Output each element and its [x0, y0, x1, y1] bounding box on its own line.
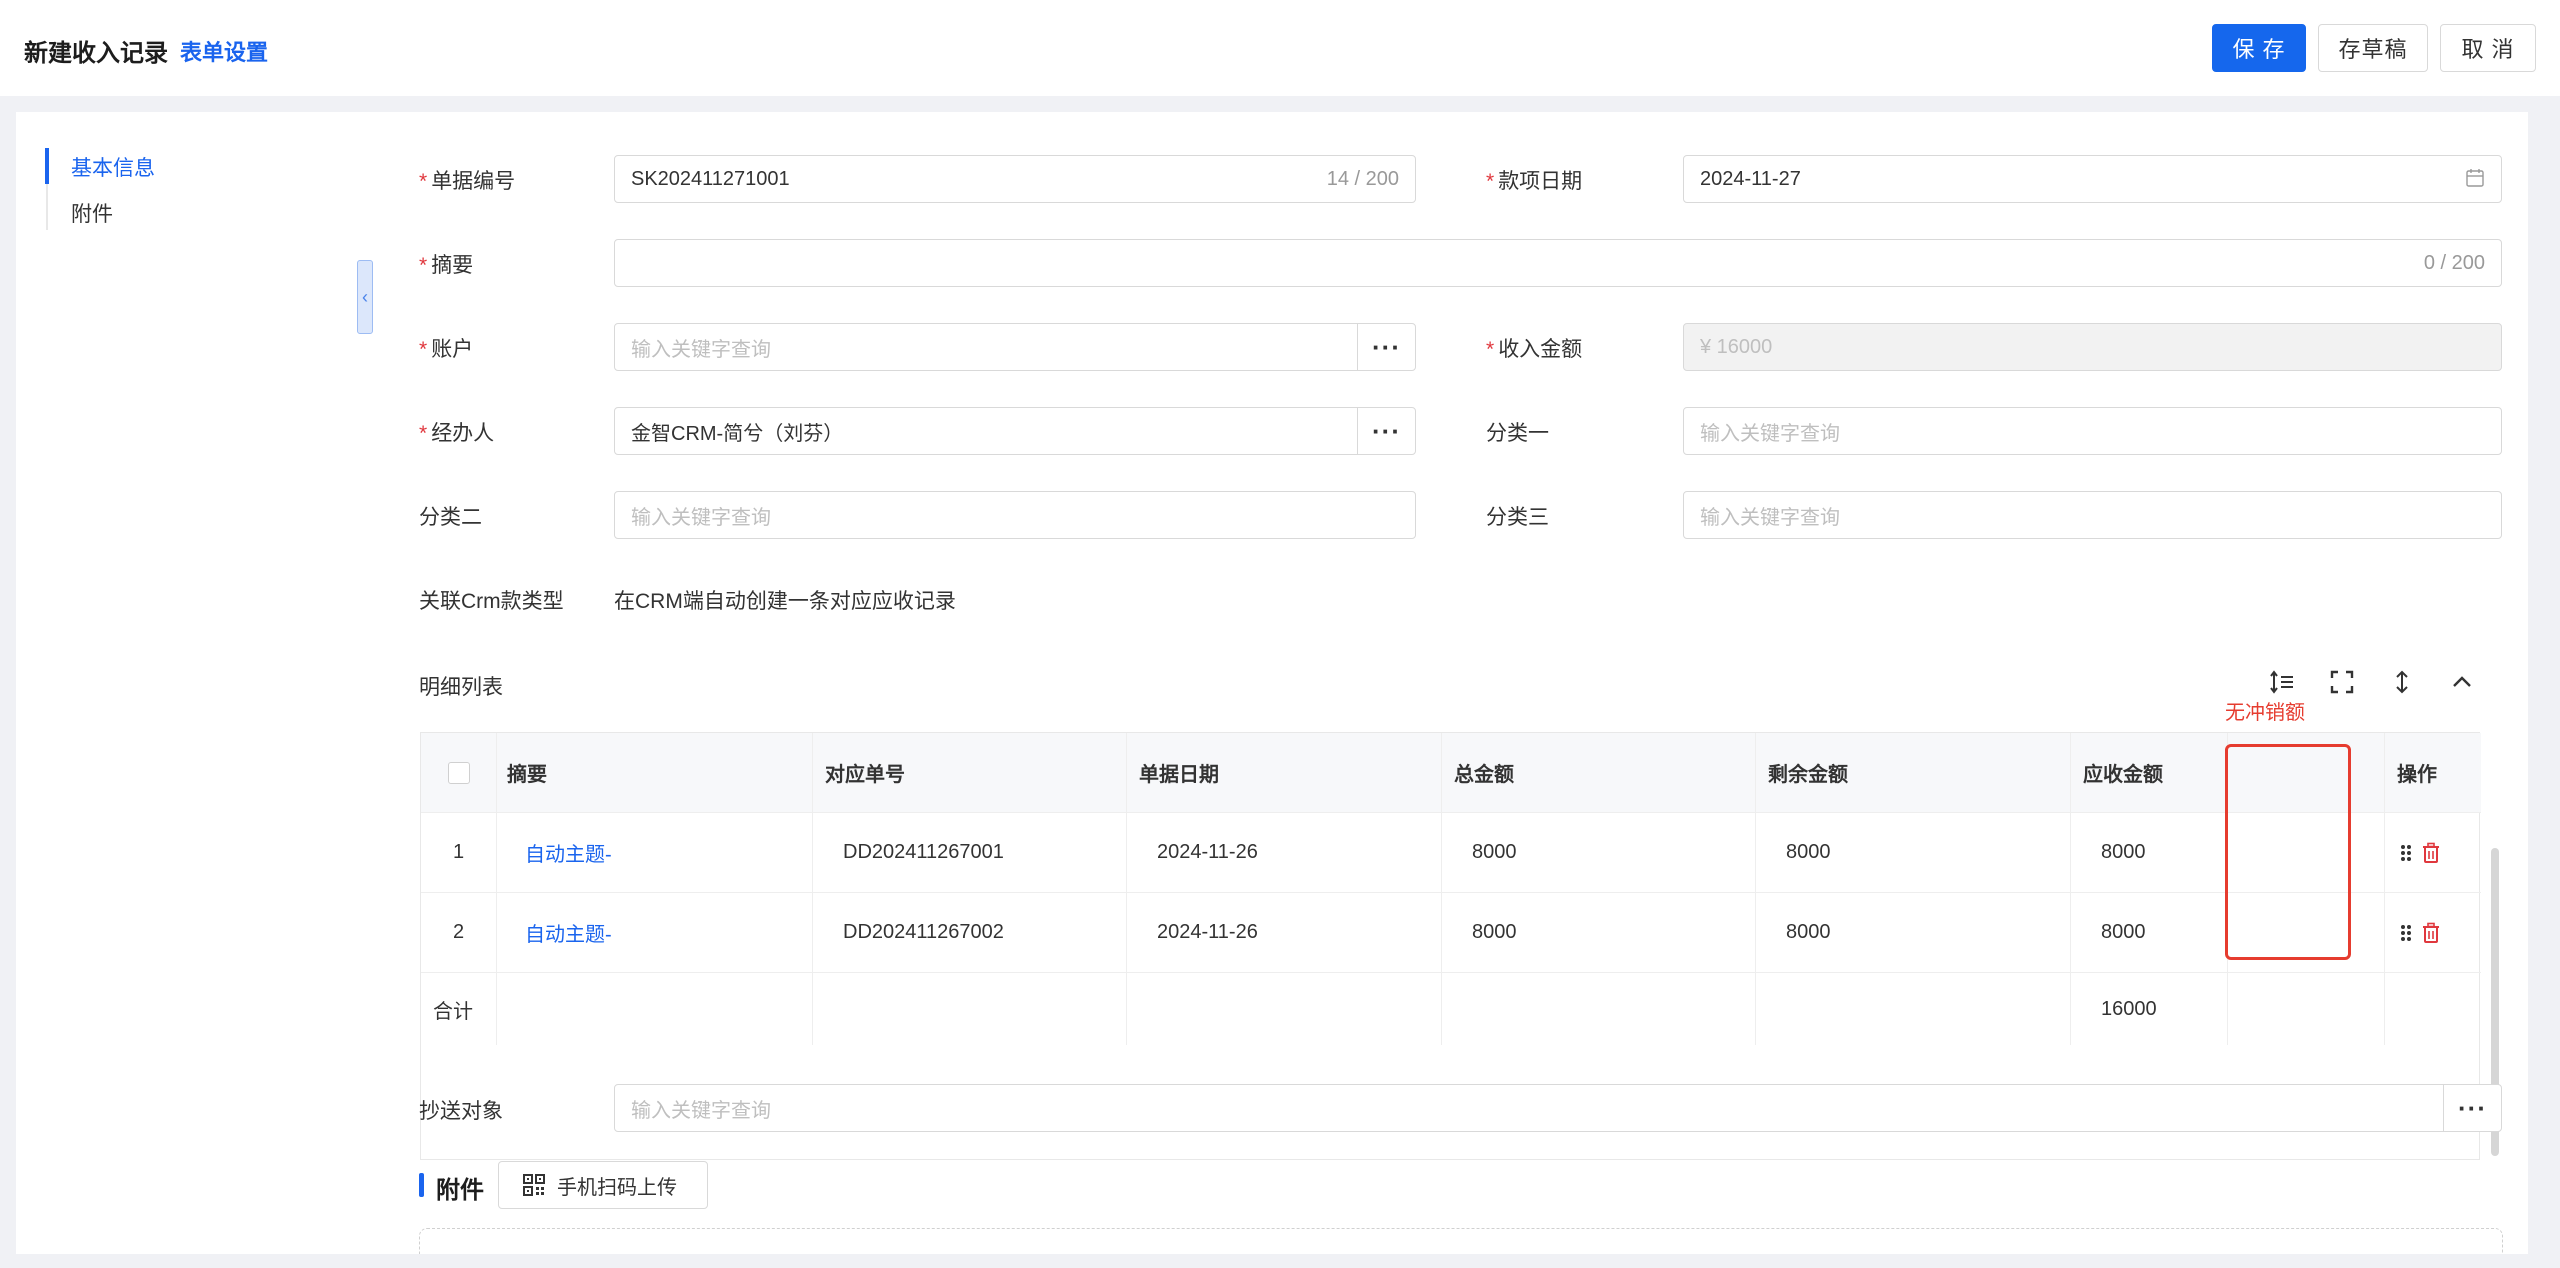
cancel-button[interactable]: 取 消 — [2440, 24, 2536, 72]
account-more-button[interactable]: ··· — [1357, 324, 1415, 370]
row-total: 8000 — [1442, 813, 1756, 892]
handler-input[interactable]: 金智CRM-简兮（刘芬） ··· — [614, 407, 1416, 455]
chevron-left-icon: ‹ — [362, 286, 368, 307]
income-amount-input: ¥ 16000 — [1683, 323, 2502, 371]
delete-icon[interactable] — [2421, 922, 2441, 944]
detail-list-title: 明细列表 — [419, 676, 503, 699]
table-header-row: 摘要 对应单号 单据日期 总金额 剩余金额 应收金额 操作 — [421, 733, 2481, 813]
table-row: 2 自动主题- DD202411267002 2024-11-26 8000 8… — [421, 893, 2481, 973]
account-input[interactable]: 输入关键字查询 ··· — [614, 323, 1416, 371]
col-actions: 操作 — [2385, 733, 2481, 812]
upload-dropzone[interactable] — [419, 1228, 2503, 1254]
payment-date-picker[interactable]: 2024-11-27 — [1683, 155, 2502, 203]
cc-more-button[interactable]: ··· — [2443, 1085, 2501, 1131]
handler-more-button[interactable]: ··· — [1357, 408, 1415, 454]
income-amount-label: * 收入金额 — [1486, 338, 1583, 361]
drag-handle-icon[interactable] — [2399, 923, 2413, 943]
doc-no-input[interactable]: SK202411271001 14 / 200 — [614, 155, 1416, 203]
summary-counter: 0 / 200 — [2423, 252, 2485, 274]
qr-code-icon — [523, 1174, 545, 1196]
col-remaining: 剩余金额 — [1756, 733, 2071, 812]
annotation-highlight-box — [2225, 744, 2351, 960]
fullscreen-icon[interactable] — [2328, 668, 2356, 696]
save-draft-button[interactable]: 存草稿 — [2318, 24, 2428, 72]
category2-label: 分类二 — [419, 506, 482, 529]
row-height-icon[interactable] — [2268, 668, 2296, 696]
category3-input[interactable]: 输入关键字查询 — [1683, 491, 2502, 539]
row-remaining: 8000 — [1756, 893, 2071, 972]
nav-item-basic-info[interactable]: 基本信息 — [71, 152, 155, 182]
vertical-expand-icon[interactable] — [2388, 668, 2416, 696]
row-receivable: 8000 — [2071, 813, 2228, 892]
row-summary-link[interactable]: 自动主题- — [497, 893, 813, 972]
handler-label: * 经办人 — [419, 422, 495, 445]
table-row: 1 自动主题- DD202411267001 2024-11-26 8000 8… — [421, 813, 2481, 893]
calendar-icon — [2466, 169, 2484, 187]
crm-type-label: 关联Crm款类型 — [419, 590, 564, 613]
row-index: 1 — [421, 813, 497, 892]
side-nav: 基本信息 附件 — [16, 112, 372, 1254]
col-receivable: 应收金额 — [2071, 733, 2228, 812]
attachment-title: 附件 — [436, 1177, 484, 1204]
crm-type-value: 在CRM端自动创建一条对应应收记录 — [614, 590, 956, 613]
row-actions — [2385, 813, 2481, 892]
col-order-no: 对应单号 — [813, 733, 1127, 812]
col-total: 总金额 — [1442, 733, 1756, 812]
no-writeoff-annotation: 无冲销额 — [2225, 702, 2305, 724]
total-receivable: 16000 — [2071, 973, 2228, 1045]
nav-active-indicator — [45, 148, 49, 184]
form-settings-link[interactable]: 表单设置 — [180, 35, 268, 67]
page-title: 新建收入记录 — [24, 40, 168, 67]
form-panel: 基本信息 附件 ‹ * 单据编号 SK202411271001 14 / 200 … — [16, 112, 2528, 1254]
cc-label: 抄送对象 — [419, 1100, 503, 1123]
collapse-sidebar-handle[interactable]: ‹ — [357, 260, 373, 334]
page-header: 新建收入记录 表单设置 保 存 存草稿 取 消 — [0, 0, 2560, 96]
cc-input[interactable]: 输入关键字查询 ··· — [614, 1084, 2502, 1132]
row-receivable: 8000 — [2071, 893, 2228, 972]
handler-value: 金智CRM-简兮（刘芬） — [631, 422, 844, 445]
row-remaining: 8000 — [1756, 813, 2071, 892]
row-index: 2 — [421, 893, 497, 972]
row-order-no: DD202411267001 — [813, 813, 1127, 892]
row-date: 2024-11-26 — [1127, 813, 1442, 892]
payment-date-label: * 款项日期 — [1486, 170, 1583, 193]
category1-input[interactable]: 输入关键字查询 — [1683, 407, 2502, 455]
summary-input[interactable]: 0 / 200 — [614, 239, 2502, 287]
table-total-row: 合计 16000 — [421, 973, 2481, 1045]
summary-label: * 摘要 — [419, 254, 474, 277]
scan-upload-button[interactable]: 手机扫码上传 — [498, 1161, 708, 1209]
row-order-no: DD202411267002 — [813, 893, 1127, 972]
row-date: 2024-11-26 — [1127, 893, 1442, 972]
col-date: 单据日期 — [1127, 733, 1442, 812]
account-label: * 账户 — [419, 338, 474, 361]
category1-label: 分类一 — [1486, 422, 1549, 445]
income-amount-value: ¥ 16000 — [1700, 335, 1773, 358]
select-all-checkbox[interactable] — [447, 761, 470, 784]
header-checkbox-cell — [421, 733, 497, 812]
account-placeholder: 输入关键字查询 — [631, 338, 771, 361]
row-actions — [2385, 893, 2481, 972]
col-summary: 摘要 — [497, 733, 813, 812]
save-button[interactable]: 保 存 — [2212, 24, 2306, 72]
doc-no-value: SK202411271001 — [631, 167, 790, 190]
row-total: 8000 — [1442, 893, 1756, 972]
drag-handle-icon[interactable] — [2399, 843, 2413, 863]
category3-label: 分类三 — [1486, 506, 1549, 529]
scan-upload-label: 手机扫码上传 — [557, 1176, 677, 1199]
nav-item-attachment[interactable]: 附件 — [71, 198, 113, 228]
delete-icon[interactable] — [2421, 842, 2441, 864]
row-summary-link[interactable]: 自动主题- — [497, 813, 813, 892]
payment-date-value: 2024-11-27 — [1700, 167, 1801, 190]
total-label: 合计 — [421, 973, 497, 1045]
category2-input[interactable]: 输入关键字查询 — [614, 491, 1416, 539]
chevron-up-icon[interactable] — [2448, 668, 2476, 696]
attachment-section-marker — [419, 1173, 424, 1197]
doc-no-label: * 单据编号 — [419, 170, 516, 193]
doc-no-counter: 14 / 200 — [1326, 168, 1399, 190]
